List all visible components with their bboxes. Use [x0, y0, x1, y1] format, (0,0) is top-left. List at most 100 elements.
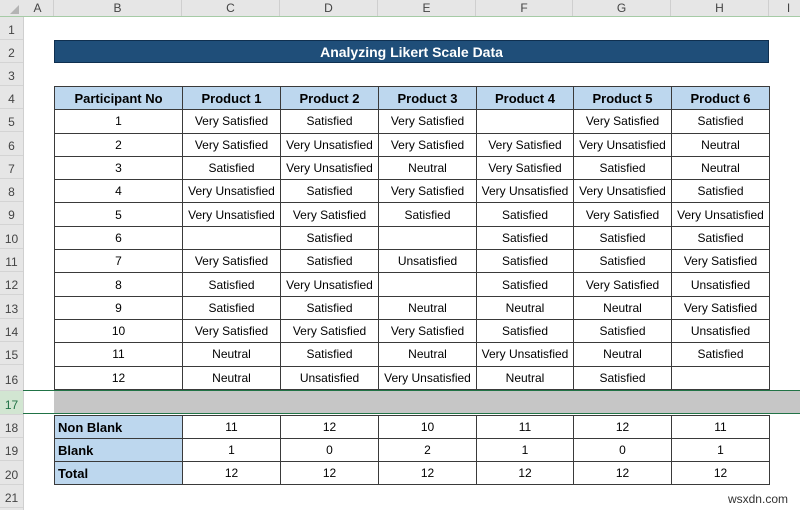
rating-cell[interactable] — [378, 272, 477, 297]
rating-cell[interactable]: Very Satisfied — [378, 132, 477, 157]
rating-cell[interactable]: Very Satisfied — [378, 179, 477, 204]
rating-cell[interactable]: Very Satisfied — [182, 132, 281, 157]
rating-cell[interactable]: Unsatisfied — [671, 318, 770, 344]
rating-cell[interactable]: Satisfied — [378, 202, 477, 227]
rating-cell[interactable]: Satisfied — [671, 342, 770, 367]
rating-cell[interactable]: Satisfied — [280, 179, 379, 204]
column-header-h[interactable]: H — [671, 0, 769, 16]
summary-label[interactable]: Non Blank — [54, 415, 183, 439]
rating-cell[interactable]: Neutral — [671, 132, 770, 157]
column-header-cell[interactable]: Product 1 — [182, 85, 281, 111]
rating-cell[interactable]: Very Unsatisfied — [476, 342, 574, 367]
rating-cell[interactable]: Satisfied — [476, 272, 574, 297]
participant-cell[interactable]: 7 — [54, 249, 183, 274]
rating-cell[interactable]: Satisfied — [280, 295, 379, 320]
column-header-cell[interactable]: Participant No — [54, 85, 183, 111]
summary-value[interactable]: 11 — [476, 415, 574, 439]
summary-value[interactable]: 1 — [182, 438, 281, 462]
row-header-21[interactable]: 21 — [0, 485, 23, 508]
summary-value[interactable]: 12 — [280, 415, 379, 439]
rating-cell[interactable]: Very Satisfied — [280, 318, 379, 344]
row-header-11[interactable]: 11 — [0, 249, 23, 272]
rating-cell[interactable] — [182, 225, 281, 251]
rating-cell[interactable]: Very Satisfied — [476, 132, 574, 157]
row-header-14[interactable]: 14 — [0, 319, 23, 342]
column-header-g[interactable]: G — [573, 0, 671, 16]
rating-cell[interactable]: Very Satisfied — [280, 202, 379, 227]
rating-cell[interactable]: Very Satisfied — [573, 109, 672, 134]
rating-cell[interactable]: Very Unsatisfied — [378, 365, 477, 390]
participant-cell[interactable]: 11 — [54, 342, 183, 367]
summary-value[interactable]: 12 — [182, 461, 281, 485]
summary-value[interactable]: 1 — [476, 438, 574, 462]
rating-cell[interactable]: Very Satisfied — [671, 249, 770, 274]
rating-cell[interactable]: Very Satisfied — [182, 249, 281, 274]
rating-cell[interactable] — [671, 365, 770, 390]
summary-value[interactable]: 11 — [671, 415, 770, 439]
participant-cell[interactable]: 6 — [54, 225, 183, 251]
summary-value[interactable]: 0 — [573, 438, 672, 462]
summary-value[interactable]: 0 — [280, 438, 379, 462]
column-header-cell[interactable]: Product 2 — [280, 85, 379, 111]
summary-label[interactable]: Total — [54, 461, 183, 485]
summary-value[interactable]: 12 — [573, 461, 672, 485]
participant-cell[interactable]: 2 — [54, 132, 183, 157]
rating-cell[interactable]: Satisfied — [476, 249, 574, 274]
rating-cell[interactable]: Unsatisfied — [671, 272, 770, 297]
row-header-12[interactable]: 12 — [0, 272, 23, 295]
rating-cell[interactable]: Very Satisfied — [378, 109, 477, 134]
row-header-16[interactable]: 16 — [0, 365, 23, 391]
rating-cell[interactable]: Satisfied — [573, 249, 672, 274]
rating-cell[interactable]: Very Unsatisfied — [182, 179, 281, 204]
row-header-2[interactable]: 2 — [0, 40, 23, 63]
rating-cell[interactable]: Satisfied — [476, 202, 574, 227]
rating-cell[interactable]: Satisfied — [573, 318, 672, 344]
rating-cell[interactable]: Neutral — [378, 155, 477, 181]
row-header-17[interactable]: 17 — [0, 391, 23, 415]
participant-cell[interactable]: 3 — [54, 155, 183, 181]
rating-cell[interactable]: Very Satisfied — [476, 155, 574, 181]
rating-cell[interactable]: Satisfied — [182, 272, 281, 297]
rating-cell[interactable]: Very Unsatisfied — [280, 272, 379, 297]
column-header-d[interactable]: D — [280, 0, 378, 16]
rating-cell[interactable]: Satisfied — [280, 249, 379, 274]
summary-value[interactable]: 2 — [378, 438, 477, 462]
row-header-1[interactable]: 1 — [0, 17, 23, 40]
rating-cell[interactable]: Very Satisfied — [182, 109, 281, 134]
row-header-19[interactable]: 19 — [0, 438, 23, 461]
rating-cell[interactable]: Satisfied — [671, 179, 770, 204]
column-header-cell[interactable]: Product 5 — [573, 85, 672, 111]
column-header-f[interactable]: F — [476, 0, 573, 16]
rating-cell[interactable]: Very Unsatisfied — [476, 179, 574, 204]
participant-cell[interactable]: 10 — [54, 318, 183, 344]
column-header-c[interactable]: C — [182, 0, 280, 16]
summary-value[interactable]: 10 — [378, 415, 477, 439]
rating-cell[interactable]: Neutral — [182, 365, 281, 390]
row-header-5[interactable]: 5 — [0, 109, 23, 132]
row-header-13[interactable]: 13 — [0, 295, 23, 319]
participant-cell[interactable]: 8 — [54, 272, 183, 297]
rating-cell[interactable]: Neutral — [573, 342, 672, 367]
rating-cell[interactable]: Very Unsatisfied — [573, 132, 672, 157]
summary-value[interactable]: 11 — [182, 415, 281, 439]
rating-cell[interactable]: Satisfied — [182, 155, 281, 181]
rating-cell[interactable]: Very Unsatisfied — [573, 179, 672, 204]
rating-cell[interactable]: Neutral — [182, 342, 281, 367]
rating-cell[interactable]: Neutral — [573, 295, 672, 320]
summary-value[interactable]: 12 — [378, 461, 477, 485]
row-header-6[interactable]: 6 — [0, 132, 23, 156]
column-header-a[interactable]: A — [22, 0, 54, 16]
rating-cell[interactable]: Satisfied — [280, 109, 379, 134]
rating-cell[interactable]: Very Satisfied — [573, 202, 672, 227]
summary-value[interactable]: 12 — [476, 461, 574, 485]
row-header-7[interactable]: 7 — [0, 156, 23, 179]
column-header-cell[interactable]: Product 4 — [476, 85, 574, 111]
row-header-15[interactable]: 15 — [0, 342, 23, 365]
row-header-20[interactable]: 20 — [0, 461, 23, 485]
selected-row-17[interactable] — [23, 390, 800, 414]
rating-cell[interactable]: Very Unsatisfied — [280, 132, 379, 157]
rating-cell[interactable]: Satisfied — [671, 109, 770, 134]
rating-cell[interactable]: Satisfied — [573, 155, 672, 181]
rating-cell[interactable]: Satisfied — [671, 225, 770, 251]
rating-cell[interactable] — [378, 225, 477, 251]
